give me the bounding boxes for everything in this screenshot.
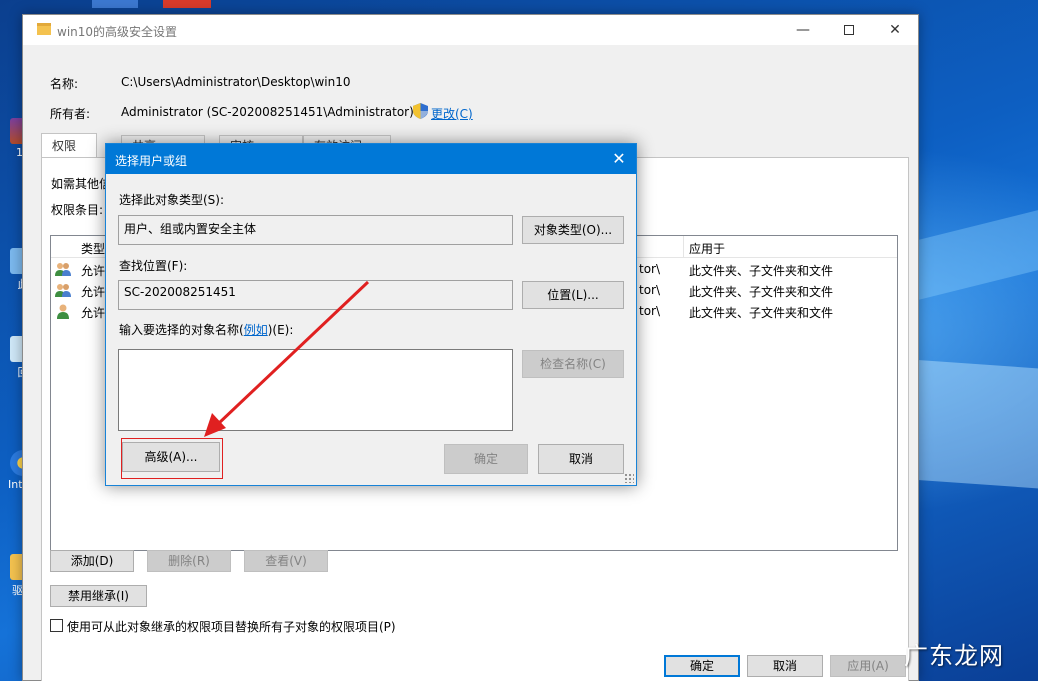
minimize-icon: — bbox=[796, 22, 810, 38]
dialog-titlebar[interactable]: 选择用户或组 ✕ bbox=[106, 144, 636, 174]
close-icon: ✕ bbox=[889, 22, 901, 38]
locations-button[interactable]: 位置(L)... bbox=[522, 281, 624, 309]
owner-label: 所有者: bbox=[50, 107, 91, 121]
minimize-button[interactable]: — bbox=[780, 15, 826, 45]
replace-child-permissions-label: 使用可从此对象继承的权限项目替换所有子对象的权限项目(P) bbox=[67, 620, 396, 634]
tab-permissions[interactable]: 权限 bbox=[41, 133, 97, 157]
window-title: win10的高级安全设置 bbox=[57, 25, 178, 39]
replace-child-permissions-checkbox[interactable] bbox=[50, 619, 63, 632]
taskbar-thumbnail bbox=[92, 0, 138, 8]
resize-grip-icon[interactable] bbox=[624, 473, 634, 483]
column-header-type[interactable]: 类型 bbox=[81, 240, 105, 257]
object-names-label-suffix: )(E): bbox=[267, 323, 294, 337]
change-owner-link[interactable]: 更改(C) bbox=[431, 105, 473, 122]
row-type: 允许 bbox=[81, 285, 106, 299]
row-type: 允许 bbox=[81, 306, 106, 320]
row-principal: tor\ bbox=[639, 304, 661, 318]
apply-button[interactable]: 应用(A) bbox=[830, 655, 906, 677]
column-header-applies-to[interactable]: 应用于 bbox=[689, 240, 725, 257]
maximize-icon bbox=[844, 25, 854, 35]
examples-link[interactable]: 例如 bbox=[244, 323, 268, 337]
object-names-label-prefix: 输入要选择的对象名称( bbox=[119, 323, 244, 337]
uac-shield-icon bbox=[413, 103, 428, 119]
check-names-button[interactable]: 检查名称(C) bbox=[522, 350, 624, 378]
name-label: 名称: bbox=[50, 77, 79, 91]
user-group-icon bbox=[55, 284, 71, 297]
name-value: C:\Users\Administrator\Desktop\win10 bbox=[121, 75, 351, 89]
maximize-button[interactable] bbox=[826, 15, 872, 45]
watermark-logo: 广东龙网 bbox=[904, 642, 1004, 670]
location-label: 查找位置(F): bbox=[119, 259, 188, 273]
row-type: 允许 bbox=[81, 264, 106, 278]
column-separator[interactable] bbox=[683, 236, 684, 258]
row-principal: tor\ bbox=[639, 283, 661, 297]
cancel-button[interactable]: 取消 bbox=[747, 655, 823, 677]
user-icon bbox=[57, 304, 69, 319]
row-applies-to: 此文件夹、子文件夹和文件 bbox=[689, 264, 834, 278]
row-principal: tor\ bbox=[639, 262, 661, 276]
select-users-or-groups-dialog: 选择用户或组 ✕ 选择此对象类型(S): 用户、组或内置安全主体 对象类型(O)… bbox=[105, 143, 637, 486]
folder-icon bbox=[37, 23, 51, 35]
view-button[interactable]: 查看(V) bbox=[244, 550, 328, 572]
permission-entries-label: 权限条目: bbox=[51, 203, 104, 217]
location-field: SC-202008251451 bbox=[118, 280, 513, 310]
close-button[interactable]: ✕ bbox=[872, 15, 918, 45]
user-group-icon bbox=[55, 263, 71, 276]
object-names-input[interactable] bbox=[118, 349, 513, 431]
taskbar-thumbnail bbox=[163, 0, 211, 8]
advanced-button-highlight bbox=[121, 438, 223, 479]
row-applies-to: 此文件夹、子文件夹和文件 bbox=[689, 306, 834, 320]
dialog-ok-button[interactable]: 确定 bbox=[444, 444, 528, 474]
close-icon: ✕ bbox=[612, 149, 626, 168]
window-titlebar[interactable]: win10的高级安全设置 — ✕ bbox=[23, 15, 918, 45]
wallpaper-light-beam bbox=[918, 360, 1038, 492]
object-type-label: 选择此对象类型(S): bbox=[119, 193, 225, 207]
dialog-cancel-button[interactable]: 取消 bbox=[538, 444, 624, 474]
ok-button[interactable]: 确定 bbox=[664, 655, 740, 677]
object-type-field: 用户、组或内置安全主体 bbox=[118, 215, 513, 245]
remove-button[interactable]: 删除(R) bbox=[147, 550, 231, 572]
info-text: 如需其他信 bbox=[51, 177, 112, 191]
object-types-button[interactable]: 对象类型(O)... bbox=[522, 216, 624, 244]
owner-value: Administrator (SC-202008251451\Administr… bbox=[121, 105, 414, 119]
disable-inheritance-button[interactable]: 禁用继承(I) bbox=[50, 585, 147, 607]
dialog-close-button[interactable]: ✕ bbox=[602, 144, 636, 174]
add-button[interactable]: 添加(D) bbox=[50, 550, 134, 572]
wallpaper-light-beam bbox=[918, 200, 1038, 300]
dialog-title: 选择用户或组 bbox=[115, 154, 188, 168]
row-applies-to: 此文件夹、子文件夹和文件 bbox=[689, 285, 834, 299]
object-names-label: 输入要选择的对象名称(例如)(E): bbox=[119, 321, 293, 338]
